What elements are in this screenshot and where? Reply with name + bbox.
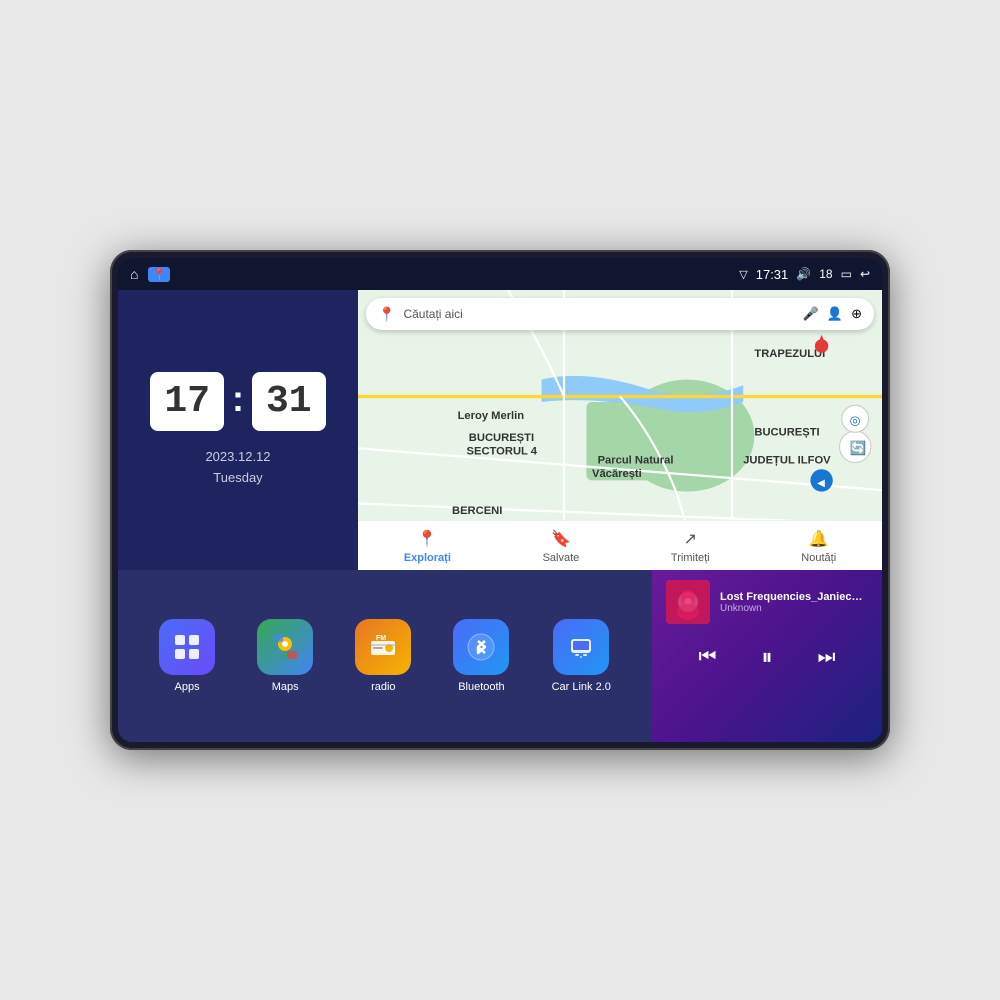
play-pause-button[interactable]: ⏸: [753, 640, 780, 674]
svg-text:BUCUREȘTI: BUCUREȘTI: [469, 432, 534, 444]
svg-text:🔄: 🔄: [850, 439, 867, 455]
music-info: Lost Frequencies_Janieck Devy-... Unknow…: [666, 580, 868, 624]
share-label: Trimiteți: [671, 552, 710, 564]
clock-hours: 17: [150, 372, 224, 431]
maps-icon: [257, 619, 313, 675]
app-apps[interactable]: Apps: [159, 619, 215, 693]
map-search-text: Căutați aici: [403, 307, 794, 321]
explore-icon: 📍: [417, 529, 437, 549]
app-bluetooth[interactable]: Bluetooth: [453, 619, 509, 693]
apps-label: Apps: [175, 681, 200, 693]
carlink-icon: [553, 619, 609, 675]
home-icon[interactable]: ⌂: [130, 266, 138, 282]
apps-icon: [159, 619, 215, 675]
prev-button[interactable]: ⏮: [690, 642, 724, 673]
carlink-label: Car Link 2.0: [552, 681, 611, 693]
main-area: 17 : 31 2023.12.12 Tuesday: [118, 290, 882, 742]
clock-widget: 17 : 31 2023.12.12 Tuesday: [118, 290, 358, 570]
app-maps[interactable]: Maps: [257, 619, 313, 693]
status-time: 17:31: [756, 267, 789, 282]
next-button[interactable]: ⏭: [809, 642, 843, 673]
music-details: Lost Frequencies_Janieck Devy-... Unknow…: [720, 591, 868, 614]
clock-separator: :: [232, 378, 244, 420]
svg-text:Văcărești: Văcărești: [592, 468, 642, 480]
saved-icon: 🔖: [551, 529, 571, 549]
radio-label: radio: [371, 681, 395, 693]
map-action-salvate[interactable]: 🔖 Salvate: [543, 529, 580, 564]
car-screen: ⌂ 📍 ▽ 17:31 🔊 18 ▭ ↩ 17 :: [118, 258, 882, 742]
volume-level: 18: [819, 267, 832, 281]
share-icon: ↗: [684, 529, 697, 549]
svg-text:◎: ◎: [850, 413, 861, 427]
app-carlink[interactable]: Car Link 2.0: [552, 619, 611, 693]
maps-label: Maps: [272, 681, 299, 693]
battery-icon: ▭: [841, 267, 852, 281]
signal-icon: ▽: [739, 268, 747, 281]
map-pin-icon: 📍: [378, 306, 395, 323]
status-right-info: ▽ 17:31 🔊 18 ▭ ↩: [739, 267, 870, 282]
mic-icon[interactable]: 🎤: [803, 306, 819, 322]
svg-text:BUCUREȘTI: BUCUREȘTI: [754, 427, 819, 439]
news-icon: 🔔: [809, 529, 829, 549]
map-actions: 📍 Explorați 🔖 Salvate ↗ Trimiteți 🔔: [358, 520, 882, 570]
svg-text:◀: ◀: [817, 478, 825, 489]
account-icon[interactable]: 👤: [827, 306, 843, 322]
music-controls: ⏮ ⏸ ⏭: [666, 636, 868, 678]
music-title: Lost Frequencies_Janieck Devy-...: [720, 591, 868, 603]
svg-text:JUDEȚUL ILFOV: JUDEȚUL ILFOV: [743, 455, 831, 467]
music-artist: Unknown: [720, 603, 868, 614]
svg-text:SECTORUL 4: SECTORUL 4: [467, 446, 538, 458]
bluetooth-label: Bluetooth: [458, 681, 504, 693]
map-search-bar[interactable]: 📍 Căutați aici 🎤 👤 ⊕: [366, 298, 874, 330]
music-thumbnail: [666, 580, 710, 624]
car-display-device: ⌂ 📍 ▽ 17:31 🔊 18 ▭ ↩ 17 :: [110, 250, 890, 750]
saved-label: Salvate: [543, 552, 580, 564]
clock-display: 17 : 31: [150, 372, 325, 431]
explore-label: Explorați: [404, 552, 451, 564]
svg-text:FM: FM: [376, 635, 386, 642]
status-left-icons: ⌂ 📍: [130, 266, 170, 282]
svg-text:TRAPEZULUI: TRAPEZULUI: [754, 348, 825, 360]
clock-minutes: 31: [252, 372, 326, 431]
news-label: Noutăți: [801, 552, 836, 564]
map-action-exploreaza[interactable]: 📍 Explorați: [404, 529, 451, 564]
bluetooth-icon: [453, 619, 509, 675]
map-action-noutati[interactable]: 🔔 Noutăți: [801, 529, 836, 564]
top-section: 17 : 31 2023.12.12 Tuesday: [118, 290, 882, 570]
back-icon[interactable]: ↩: [860, 267, 870, 281]
svg-text:Parcul Natural: Parcul Natural: [598, 455, 674, 467]
maps-status-icon[interactable]: 📍: [148, 267, 170, 282]
volume-icon: 🔊: [796, 267, 811, 281]
map-action-trimiteti[interactable]: ↗ Trimiteți: [671, 529, 710, 564]
app-radio[interactable]: FM radio: [355, 619, 411, 693]
status-bar: ⌂ 📍 ▽ 17:31 🔊 18 ▭ ↩: [118, 258, 882, 290]
svg-text:BERCENI: BERCENI: [452, 505, 502, 517]
apps-area: Apps Maps: [118, 570, 652, 742]
radio-icon: FM: [355, 619, 411, 675]
music-player: Lost Frequencies_Janieck Devy-... Unknow…: [652, 570, 882, 742]
clock-date: 2023.12.12 Tuesday: [205, 447, 270, 489]
more-icon[interactable]: ⊕: [851, 306, 862, 322]
map-widget: TRAPEZULUI BUCUREȘTI JUDEȚUL ILFOV BERCE…: [358, 290, 882, 570]
svg-text:Leroy Merlin: Leroy Merlin: [458, 410, 525, 422]
bottom-section: Apps Maps: [118, 570, 882, 742]
